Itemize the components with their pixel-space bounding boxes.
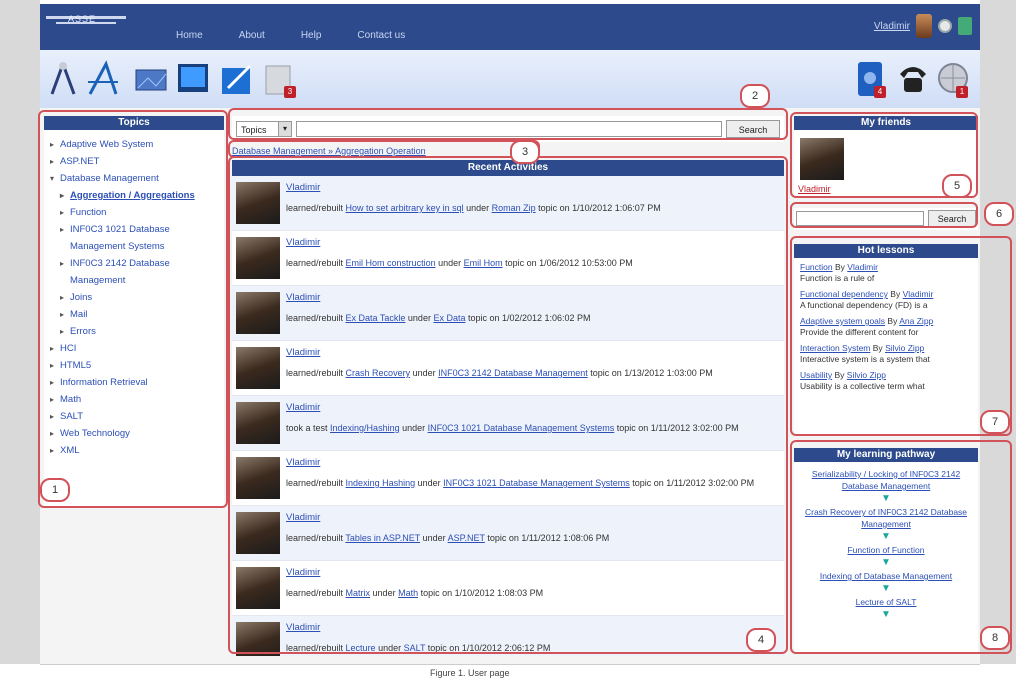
compass-tool-icon[interactable] [46, 60, 80, 98]
messages-badge: 4 [874, 86, 886, 98]
picture-tool-icon[interactable] [134, 60, 168, 98]
callout-number-5: 5 [942, 174, 972, 198]
globe-tool-icon[interactable]: 1 [936, 60, 970, 98]
top-navigation-bar: ASSE Home About Help Contact us Vladimir [40, 4, 980, 50]
logout-icon[interactable] [958, 17, 972, 35]
document-badge: 3 [284, 86, 296, 98]
phone-tool-icon[interactable] [896, 60, 930, 98]
callout-number-6: 6 [984, 202, 1014, 226]
callout-frame-learning [790, 440, 1012, 654]
callout-frame-search [228, 108, 788, 140]
folder-tool-icon[interactable] [220, 60, 254, 98]
callout-number-7: 7 [980, 410, 1010, 434]
app-logo[interactable]: ASSE [46, 14, 146, 30]
user-menu: Vladimir [874, 14, 972, 38]
outer-left-margin [0, 0, 40, 664]
callout-frame-hot [790, 236, 1012, 436]
monitor-tool-icon[interactable] [176, 60, 210, 98]
callout-number-2: 2 [740, 84, 770, 108]
messages-tool-icon[interactable]: 4 [854, 60, 888, 98]
callout-number-3: 3 [510, 140, 540, 164]
callout-number-4: 4 [746, 628, 776, 652]
nav-about[interactable]: About [239, 30, 265, 41]
user-avatar[interactable] [916, 14, 932, 38]
drawing-tool-icon[interactable] [86, 60, 120, 98]
tool-icon-bar: 3 4 1 [40, 50, 980, 108]
logo-text: ASSE [68, 14, 97, 24]
callout-frame-friend-search [790, 202, 978, 228]
username-link[interactable]: Vladimir [874, 21, 910, 32]
nav-contact[interactable]: Contact us [357, 30, 405, 41]
main-nav: Home About Help Contact us [176, 30, 405, 41]
nav-help[interactable]: Help [301, 30, 322, 41]
figure-caption: Figure 1. User page [430, 668, 510, 678]
bottom-rule [40, 664, 980, 665]
nav-home[interactable]: Home [176, 30, 203, 41]
callout-frame-topics [38, 110, 228, 508]
callout-number-1: 1 [40, 478, 70, 502]
callout-number-8: 8 [980, 626, 1010, 650]
callout-frame-feed [228, 156, 788, 654]
document-tool-icon[interactable]: 3 [262, 60, 296, 98]
notifications-badge: 1 [956, 86, 968, 98]
settings-icon[interactable] [938, 19, 952, 33]
